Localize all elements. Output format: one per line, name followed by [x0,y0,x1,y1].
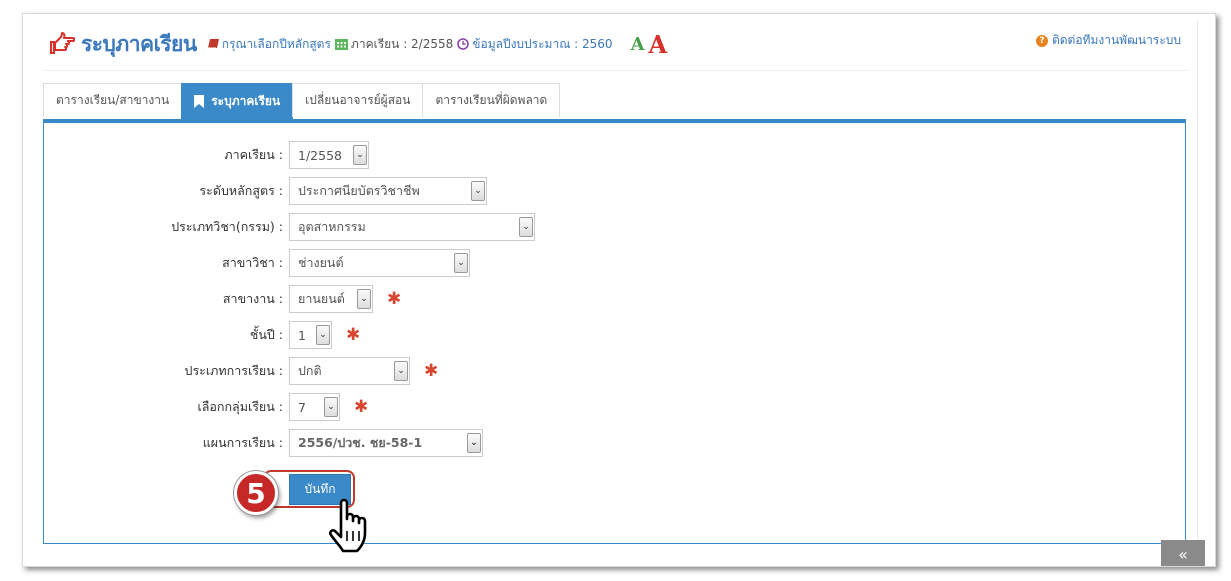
semester-info: ภาคเรียน : 2/2558 [350,36,454,51]
form-row-major: สาขาวิชา : ช่างยนต์ ⌄ [43,249,470,277]
book-icon [207,38,219,48]
contact-link[interactable]: ? ติดต่อทีมงานพัฒนาระบบ [1035,31,1181,50]
subject-type-label: ประเภทวิชา(กรรม) : [171,219,283,234]
bookmark-icon [194,95,205,108]
study-type-label: ประเภทการเรียน : [184,363,283,378]
chevron-down-icon: ⌄ [454,253,468,273]
semester-select[interactable]: 1/2558 ⌄ [289,141,369,169]
font-decrease-button[interactable]: A [631,34,645,55]
course-year-link[interactable]: กรุณาเลือกปีหลักสูตร [222,35,331,54]
page-header: ระบุภาคเรียน กรุณาเลือกปีหลักสูตร ภาคเรี… [49,28,667,60]
tab-bar: ตารางเรียน/สาขางาน ระบุภาคเรียน เปลี่ยนอ… [43,83,561,119]
tab-label: ระบุภาคเรียน [211,94,281,108]
form-row-curriculum-level: ระดับหลักสูตร : ประกาศนียบัตรวิชาชีพ ⌄ [43,177,487,205]
semester-label: ภาคเรียน : [224,147,283,162]
calendar-icon [334,39,348,50]
chevron-down-icon: ⌄ [324,397,338,417]
chevron-down-icon: ⌄ [353,145,367,165]
year-level-select[interactable]: 1 ⌄ [289,321,332,349]
select-value: 7 [298,399,306,415]
work-field-label: สาขางาน : [222,291,283,306]
chevron-down-icon: ⌄ [467,433,481,453]
form-row-study-plan: แผนการเรียน : 2556/ปวช. ชย-58-1 ⌄ [43,429,483,457]
study-group-select[interactable]: 7 ⌄ [289,393,340,421]
study-plan-select[interactable]: 2556/ปวช. ชย-58-1 ⌄ [289,429,483,457]
work-field-select[interactable]: ยานยนต์ ⌄ [289,285,373,313]
form-row-subject-type: ประเภทวิชา(กรรม) : อุตสาหกรรม ⌄ [43,213,535,241]
subject-type-select[interactable]: อุตสาหกรรม ⌄ [289,213,535,241]
study-group-label: เลือกกลุ่มเรียน : [197,399,283,414]
tab-specify-semester[interactable]: ระบุภาคเรียน [181,83,294,119]
required-mark: ✱ [424,361,439,381]
scroll-to-top-button[interactable]: « [1161,540,1205,566]
select-value: 2556/ปวช. ชย-58-1 [298,435,423,450]
divider [1197,20,1198,540]
year-level-label: ชั้นปี : [249,327,283,342]
chevron-down-icon: ⌄ [519,217,533,237]
tab-error-timetable[interactable]: ตารางเรียนที่ผิดพลาด [422,83,561,117]
tab-label: เปลี่ยนอาจารย์ผู้สอน [305,93,411,107]
page-title: ระบุภาคเรียน [81,31,197,56]
form-row-study-type: ประเภทการเรียน : ปกติ ⌄ ✱ [43,357,438,385]
question-icon: ? [1035,34,1048,47]
step-badge: 5 [234,471,278,515]
select-value: ช่างยนต์ [298,255,344,270]
form-row-semester: ภาคเรียน : 1/2558 ⌄ [43,141,369,169]
tab-label: ตารางเรียน/สาขางาน [56,93,170,107]
font-increase-button[interactable]: A [649,30,668,59]
clock-icon [457,38,470,50]
contact-label: ติดต่อทีมงานพัฒนาระบบ [1051,33,1181,47]
hand-cursor-icon [329,498,367,553]
select-value: ยานยนต์ [298,291,345,306]
tab-change-teacher[interactable]: เปลี่ยนอาจารย์ผู้สอน [292,83,424,117]
required-mark: ✱ [346,325,361,345]
tab-timetable[interactable]: ตารางเรียน/สาขางาน [43,83,183,117]
curriculum-level-label: ระดับหลักสูตร : [199,183,283,198]
major-select[interactable]: ช่างยนต์ ⌄ [289,249,470,277]
study-plan-label: แผนการเรียน : [202,435,283,450]
major-label: สาขาวิชา : [222,255,283,270]
form-row-work-field: สาขางาน : ยานยนต์ ⌄ ✱ [43,285,401,313]
chevron-down-icon: ⌄ [394,361,408,381]
select-value: 1 [298,327,306,343]
app-window: ระบุภาคเรียน กรุณาเลือกปีหลักสูตร ภาคเรี… [22,13,1216,567]
required-mark: ✱ [387,289,402,309]
curriculum-level-select[interactable]: ประกาศนียบัตรวิชาชีพ ⌄ [289,177,487,205]
form-row-year-level: ชั้นปี : 1 ⌄ ✱ [43,321,360,349]
chevron-down-icon: ⌄ [471,181,485,201]
required-mark: ✱ [354,397,369,417]
chevron-down-icon: ⌄ [357,289,371,309]
chevron-down-icon: ⌄ [316,325,330,345]
header-divider [43,70,1189,71]
select-value: 1/2558 [298,147,342,163]
form-row-study-group: เลือกกลุ่มเรียน : 7 ⌄ ✱ [43,393,368,421]
select-value: ประกาศนียบัตรวิชาชีพ [298,183,420,198]
select-value: ปกติ [298,363,322,378]
budget-year-info: ข้อมูลปีงบประมาณ : 2560 [472,36,613,51]
study-type-select[interactable]: ปกติ ⌄ [289,357,410,385]
select-value: อุตสาหกรรม [298,219,366,234]
pointing-hand-icon [50,32,75,54]
tab-label: ตารางเรียนที่ผิดพลาด [435,93,548,107]
